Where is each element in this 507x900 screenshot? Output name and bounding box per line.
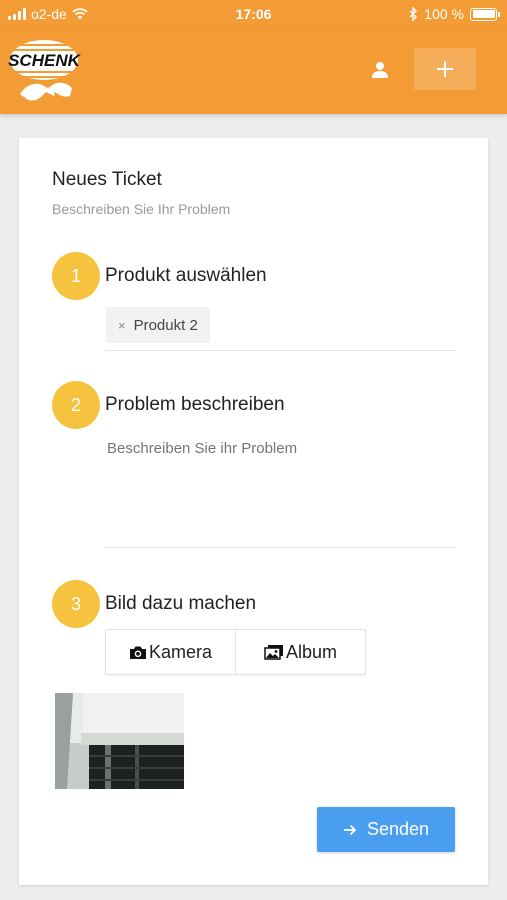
step-2-divider (105, 547, 456, 548)
send-button[interactable]: Senden (317, 807, 455, 852)
step-3-title: Bild dazu machen (105, 593, 257, 614)
card-title: Neues Ticket (52, 169, 162, 190)
step-1-divider (105, 350, 456, 351)
camera-icon (129, 646, 146, 659)
selected-product-chip[interactable]: × Produkt 2 (106, 307, 210, 343)
add-ticket-button[interactable] (414, 48, 476, 90)
album-button[interactable]: Album (235, 630, 365, 674)
plus-icon (437, 61, 453, 77)
remove-product-icon[interactable]: × (118, 318, 126, 333)
status-right: 100 % (409, 6, 500, 22)
app-bar: SCHENK (0, 28, 507, 114)
problem-description-input[interactable] (107, 440, 452, 530)
status-bar: o2-de 17:06 100 % (0, 0, 507, 28)
card-subtitle: Beschreiben Sie Ihr Problem (52, 201, 231, 217)
schenk-logo: SCHENK (8, 40, 82, 101)
send-label: Senden (366, 819, 430, 839)
arrow-right-icon (343, 824, 357, 835)
battery-percent: 100 % (424, 6, 464, 22)
step-1-badge: 1 (52, 252, 100, 300)
ticket-card: Neues Ticket Beschreiben Sie Ihr Problem… (19, 138, 488, 885)
photo-source-buttons: Kamera Album (105, 629, 366, 675)
album-label: Album (285, 641, 338, 662)
attached-photo-thumbnail[interactable] (55, 693, 184, 789)
step-2-title: Problem beschreiben (105, 394, 285, 415)
camera-label: Kamera (148, 641, 213, 662)
step-1-title: Produkt auswählen (105, 265, 267, 286)
images-icon (264, 645, 283, 660)
battery-icon (470, 7, 500, 21)
bluetooth-icon (409, 7, 418, 21)
step-3-badge: 3 (52, 580, 100, 628)
camera-button[interactable]: Kamera (106, 630, 235, 674)
person-icon (372, 62, 388, 78)
logo-text: SCHENK (8, 51, 82, 70)
user-button[interactable] (366, 56, 394, 84)
selected-product-label: Produkt 2 (133, 316, 198, 334)
step-2-badge: 2 (52, 381, 100, 429)
